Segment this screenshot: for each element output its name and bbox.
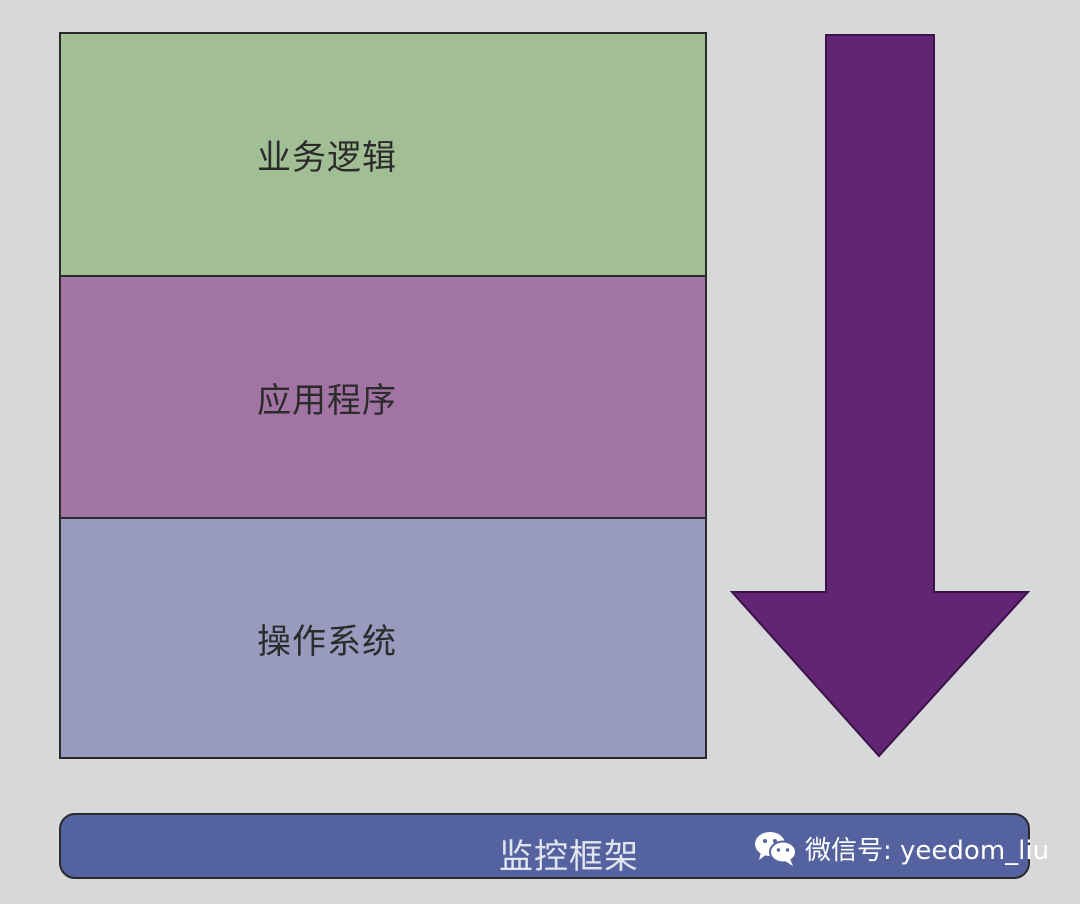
framework-label: 监控框架	[499, 837, 639, 877]
watermark: 微信号: yeedom_liu	[753, 829, 1049, 867]
layer-operating-system: 操作系统	[59, 517, 707, 759]
layer-label: 应用程序	[257, 380, 397, 421]
layer-application: 应用程序	[59, 275, 707, 519]
down-arrow-shape	[729, 34, 1031, 758]
watermark-text: 微信号: yeedom_liu	[805, 835, 1050, 866]
wechat-icon	[755, 832, 797, 866]
monitoring-framework-bar: 监控框架 微信号: yeedom_liu	[59, 813, 1049, 879]
layer-label: 业务逻辑	[257, 138, 397, 178]
layer-label: 操作系统	[257, 621, 397, 662]
layer-business-logic: 业务逻辑	[59, 32, 707, 277]
